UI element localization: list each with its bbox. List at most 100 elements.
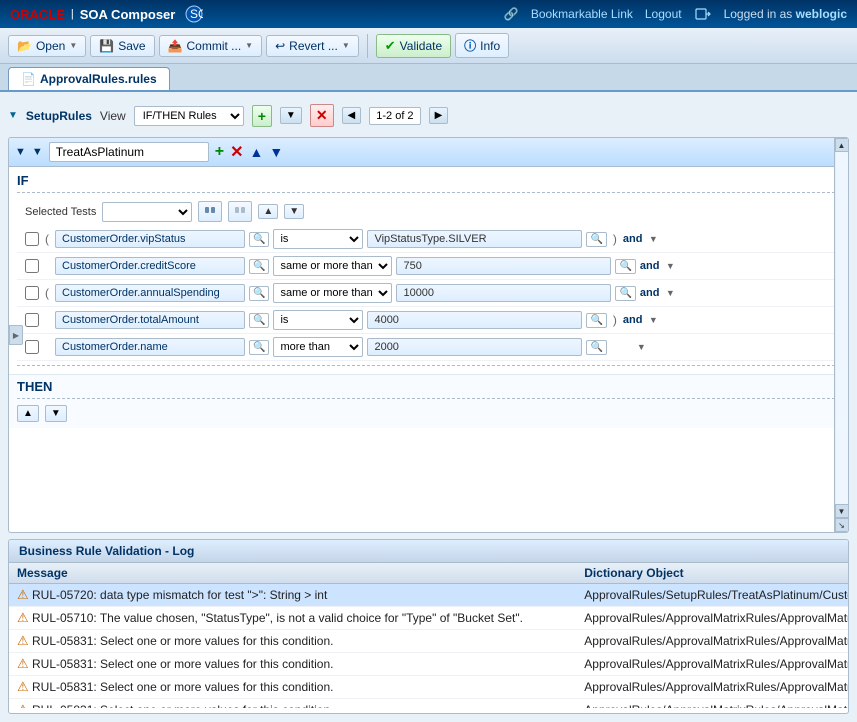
log-cell-message: ⚠ RUL-05831: Select one or more values f… xyxy=(9,699,576,709)
app-header: ORACLE | SOA Composer SOA 🔗 Bookmarkable… xyxy=(0,0,857,28)
cond-close-paren-1: ) xyxy=(611,232,619,246)
view-select[interactable]: IF/THEN Rules Decision Table xyxy=(134,106,244,126)
cond-connector-dropdown-5[interactable]: ▼ xyxy=(637,342,646,352)
cond-field-2: CustomerOrder.creditScore xyxy=(55,257,245,275)
test-all-button[interactable] xyxy=(198,201,222,222)
cond-field-search-5[interactable]: 🔍 xyxy=(249,340,269,355)
test-down-button[interactable]: ▼ xyxy=(284,204,304,219)
open-dropdown-arrow[interactable]: ▼ xyxy=(69,41,77,50)
commit-dropdown-arrow[interactable]: ▼ xyxy=(245,41,253,50)
rule-expand-arrow[interactable]: ▼ xyxy=(15,146,26,158)
cond-checkbox-3[interactable] xyxy=(25,286,39,300)
cond-field-search-4[interactable]: 🔍 xyxy=(249,313,269,328)
warning-icon: ⚠ xyxy=(17,702,29,708)
cond-checkbox-2[interactable] xyxy=(25,259,39,273)
log-row[interactable]: ⚠ RUL-05831: Select one or more values f… xyxy=(9,630,848,653)
setup-rules-bar: ▼ SetupRules View IF/THEN Rules Decision… xyxy=(8,100,849,131)
log-row[interactable]: ⚠ RUL-05831: Select one or more values f… xyxy=(9,676,848,699)
cond-operator-5[interactable]: more than xyxy=(273,337,363,357)
log-col-dict: Dictionary Object xyxy=(576,563,848,584)
cond-connector-dropdown-1[interactable]: ▼ xyxy=(649,234,658,244)
scroll-down-button[interactable]: ▼ xyxy=(835,504,849,518)
commit-button[interactable]: 📤 Commit ... ▼ xyxy=(159,35,263,57)
warning-icon: ⚠ xyxy=(17,633,29,648)
prev-page-button[interactable]: ◀ xyxy=(342,107,362,124)
test-up-button[interactable]: ▲ xyxy=(258,204,278,219)
log-cell-dict: ApprovalRules/ApprovalMatrixRules/Approv… xyxy=(576,699,848,709)
main-content: ▼ SetupRules View IF/THEN Rules Decision… xyxy=(0,92,857,722)
rule-name-input[interactable]: TreatAsPlatinum xyxy=(49,142,209,162)
cond-checkbox-4[interactable] xyxy=(25,313,39,327)
cond-checkbox-5[interactable] xyxy=(25,340,39,354)
add-rule-dropdown[interactable]: ▼ xyxy=(280,107,302,124)
log-cell-dict: ApprovalRules/ApprovalMatrixRules/Approv… xyxy=(576,607,848,630)
cond-open-paren-3: ( xyxy=(43,286,51,300)
info-button[interactable]: ⓘ Info xyxy=(455,33,509,58)
add-icon: + xyxy=(258,108,266,124)
cond-field-search-3[interactable]: 🔍 xyxy=(249,286,269,301)
cond-connector-dropdown-2[interactable]: ▼ xyxy=(666,261,675,271)
tab-approval-rules[interactable]: 📄 ApprovalRules.rules xyxy=(8,67,170,90)
left-collapse-button[interactable]: ▶ xyxy=(9,325,23,345)
cond-field-search-1[interactable]: 🔍 xyxy=(249,232,269,247)
scroll-up-button[interactable]: ▲ xyxy=(835,138,849,152)
cond-field-3: CustomerOrder.annualSpending xyxy=(55,284,245,302)
rules-box: ▼ ▼ TreatAsPlatinum + ✕ ▲ ▼ IF Selected … xyxy=(8,137,849,533)
delete-rule-button[interactable]: ✕ xyxy=(310,104,334,127)
revert-button[interactable]: ↩ Revert ... ▼ xyxy=(266,35,359,57)
log-row[interactable]: ⚠ RUL-05720: data type mismatch for test… xyxy=(9,584,848,607)
right-scrollbar[interactable]: ▲ ▼ ↘ xyxy=(834,138,848,532)
validate-icon: ✔ xyxy=(385,38,396,54)
then-section: THEN ▲ ▼ xyxy=(9,374,848,428)
delete-icon: ✕ xyxy=(316,107,328,123)
log-cell-dict: ApprovalRules/ApprovalMatrixRules/Approv… xyxy=(576,676,848,699)
cond-operator-2[interactable]: same or more than xyxy=(273,256,392,276)
logout-link[interactable]: Logout xyxy=(645,7,682,21)
next-page-button[interactable]: ▶ xyxy=(429,107,449,124)
commit-icon: 📤 xyxy=(168,39,183,53)
cond-value-4: 4000 xyxy=(367,311,582,329)
cond-connector-dropdown-3[interactable]: ▼ xyxy=(666,288,675,298)
cond-connector-1: and xyxy=(623,233,645,245)
log-cell-message: ⚠ RUL-05720: data type mismatch for test… xyxy=(9,584,576,607)
revert-dropdown-arrow[interactable]: ▼ xyxy=(342,41,350,50)
log-scroll-container[interactable]: Message Dictionary Object ⚠ RUL-05720: d… xyxy=(9,563,848,708)
cond-operator-1[interactable]: is xyxy=(273,229,363,249)
log-row[interactable]: ⚠ RUL-05831: Select one or more values f… xyxy=(9,699,848,709)
cond-value-search-3[interactable]: 🔍 xyxy=(615,286,635,301)
app-title: SOA Composer xyxy=(80,7,176,22)
then-up-button[interactable]: ▲ xyxy=(17,405,39,422)
cond-operator-4[interactable]: is xyxy=(273,310,363,330)
condition-row: CustomerOrder.totalAmount 🔍 is 4000 🔍 ) … xyxy=(17,307,840,334)
test-none-button[interactable] xyxy=(228,201,252,222)
cond-value-search-2[interactable]: 🔍 xyxy=(615,259,635,274)
cond-operator-3[interactable]: same or more than xyxy=(273,283,392,303)
save-button[interactable]: 💾 Save xyxy=(90,35,154,57)
selected-tests-select[interactable] xyxy=(102,202,192,222)
log-col-message: Message xyxy=(9,563,576,584)
then-down-button[interactable]: ▼ xyxy=(45,405,67,422)
rule-expand-arrow2[interactable]: ▼ xyxy=(32,146,43,158)
header-left: ORACLE | SOA Composer SOA xyxy=(10,5,203,23)
cond-value-search-4[interactable]: 🔍 xyxy=(586,313,606,328)
cond-connector-dropdown-4[interactable]: ▼ xyxy=(649,315,658,325)
add-rule-button[interactable]: + xyxy=(252,105,272,127)
rule-header: ▼ ▼ TreatAsPlatinum + ✕ ▲ ▼ xyxy=(9,138,848,167)
log-row[interactable]: ⚠ RUL-05831: Select one or more values f… xyxy=(9,653,848,676)
add-condition-button[interactable]: + xyxy=(215,143,224,161)
log-row[interactable]: ⚠ RUL-05710: The value chosen, "StatusTy… xyxy=(9,607,848,630)
open-button[interactable]: 📂 Open ▼ xyxy=(8,35,86,57)
log-cell-message: ⚠ RUL-05710: The value chosen, "StatusTy… xyxy=(9,607,576,630)
bookmarkable-link[interactable]: Bookmarkable Link xyxy=(531,7,633,21)
cond-checkbox-1[interactable] xyxy=(25,232,39,246)
delete-condition-button[interactable]: ✕ xyxy=(230,142,243,162)
validate-button[interactable]: ✔ Validate xyxy=(376,34,451,58)
cond-value-search-1[interactable]: 🔍 xyxy=(586,232,606,247)
move-down-button[interactable]: ▼ xyxy=(269,144,283,160)
scroll-corner[interactable]: ↘ xyxy=(835,518,849,532)
cond-field-search-2[interactable]: 🔍 xyxy=(249,259,269,274)
move-up-button[interactable]: ▲ xyxy=(250,144,264,160)
collapse-icon[interactable]: ▼ xyxy=(8,110,18,121)
test-none-icon xyxy=(233,203,247,217)
cond-value-search-5[interactable]: 🔍 xyxy=(586,340,606,355)
